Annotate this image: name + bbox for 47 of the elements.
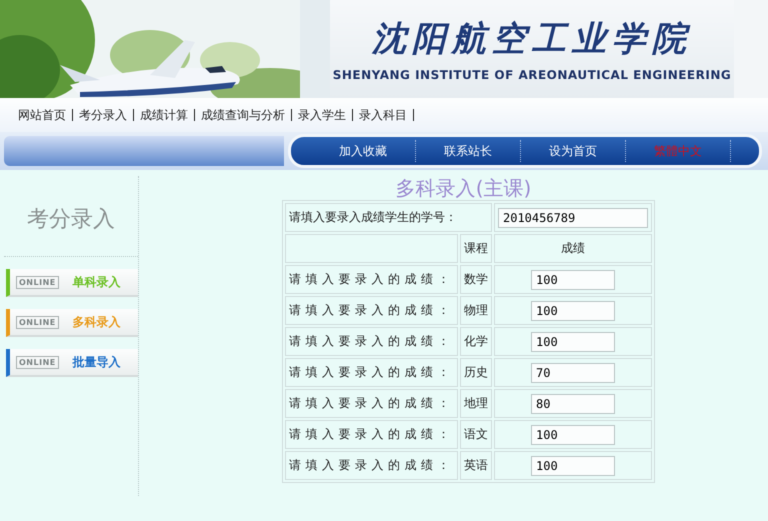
table-cell: 请填入要录入的成绩： [285,296,458,325]
sidebar-label: 多科录入 [72,314,121,330]
table-cell: 请填入要录入的成绩： [285,265,458,294]
column-header: 成绩 [494,234,652,263]
nav-link[interactable]: 录入学生 [298,106,346,124]
column-header: 课程 [460,234,492,263]
sidebar-item[interactable]: ONLINE 批量导入 [6,349,138,377]
sidebar-item[interactable]: ONLINE 单科录入 [6,269,138,297]
table-cell: 请填入要录入的成绩： [285,451,458,480]
table-cell: 请填入要录入成绩学生的学号： [285,203,492,232]
table-cell: 请填入要录入的成绩： [285,389,458,418]
table-cell: 请填入要录入的成绩： [285,420,458,449]
table-cell: 请填入要录入的成绩： [285,358,458,387]
school-name: 沈阳航空工业学院 [372,18,692,61]
score-field[interactable]: 70 [531,362,615,382]
score-field[interactable]: 100 [531,424,615,444]
nav-link[interactable]: 考分录入 [79,106,127,124]
table-cell: 历史 [460,358,492,387]
quick-link[interactable]: 联系站长 [416,140,521,162]
table-cell: 请填入要录入的成绩： [285,327,458,356]
online-badge: ONLINE [16,316,59,328]
quick-link[interactable]: 设为首页 [521,140,626,162]
score-field[interactable]: 80 [531,394,615,414]
school-english-name: SHENYANG INSTITUTE OF AREONAUTICAL ENGINEERING [332,68,732,82]
table-cell: 语文 [460,420,492,449]
student-id-field[interactable]: 2010456789 [498,208,648,228]
nav-link[interactable]: 网站首页 [18,106,66,124]
form-title: 多科录入(主课) [396,176,532,200]
table-cell: 物理 [460,296,492,325]
score-field[interactable]: 100 [531,332,615,352]
sidebar-item[interactable]: ONLINE 多科录入 [6,309,138,337]
online-badge: ONLINE [16,356,59,368]
score-field[interactable]: 100 [531,300,615,320]
table-cell: 英语 [460,451,492,480]
sidebar-label: 批量导入 [72,354,121,370]
table-cell: 地理 [460,389,492,418]
score-field[interactable]: 100 [531,270,615,290]
quick-link[interactable]: 加入收藏 [311,140,416,162]
table-cell: 化学 [460,327,492,356]
online-badge: ONLINE [16,276,59,288]
score-field[interactable]: 100 [531,456,615,476]
table-cell: 数学 [460,265,492,294]
nav-link[interactable]: 录入科目 [359,106,407,124]
sidebar-label: 单科录入 [72,274,121,290]
nav-link[interactable]: 成绩查询与分析 [201,106,285,124]
section-title: 考分录入 [4,176,138,257]
nav-link[interactable]: 成绩计算 [140,106,188,124]
